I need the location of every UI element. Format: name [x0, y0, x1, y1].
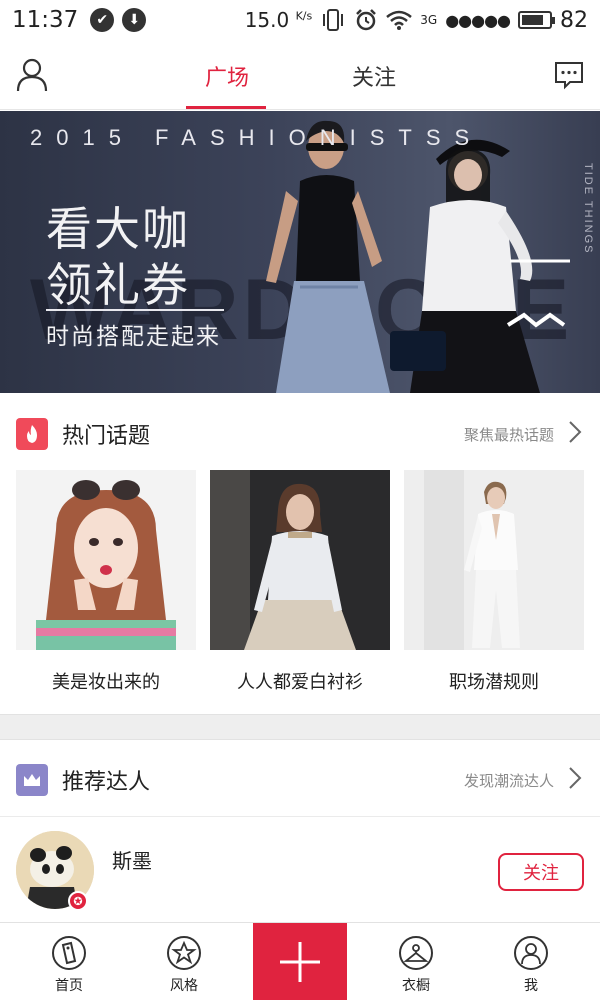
chevron-right-icon[interactable]: [568, 420, 582, 444]
vibrate-icon: [323, 9, 344, 31]
top-nav: 广场 关注: [0, 40, 600, 110]
tab-plaza[interactable]: 广场: [205, 60, 249, 92]
nav-home-label: 首页: [55, 978, 83, 994]
status-time: 11:37: [12, 7, 79, 33]
star-icon: [167, 936, 201, 970]
battery-percent: 82: [560, 7, 588, 33]
section-separator: [0, 714, 600, 740]
nav-wardrobe-label: 衣橱: [402, 978, 430, 994]
check-icon: ✔: [90, 8, 115, 32]
hot-topics-more-link[interactable]: 聚焦最热话题: [464, 424, 554, 445]
bottom-nav: 首页 风格 衣橱 我: [0, 922, 600, 1000]
verified-badge-icon: ✪: [68, 891, 88, 911]
nav-me-label: 我: [524, 978, 538, 994]
topic-image-makeup: [16, 470, 196, 650]
banner-header: 2015 FASHIONISTSS: [30, 125, 484, 150]
signal-icon: ●●●●●: [445, 10, 511, 30]
crown-icon: [16, 764, 48, 796]
banner-divider: [46, 309, 224, 311]
experts-header[interactable]: 推荐达人 发现潮流达人: [0, 742, 600, 814]
topic-card[interactable]: 人人都爱白衬衫: [210, 470, 390, 694]
banner-side-text: TIDE THINGS: [582, 163, 594, 255]
active-tab-indicator: [186, 106, 266, 109]
wifi-icon: [386, 10, 413, 30]
alarm-icon: [356, 9, 377, 31]
topic-caption: 职场潜规则: [449, 672, 539, 693]
topic-card[interactable]: 职场潜规则: [404, 470, 584, 694]
home-tag-icon: [52, 936, 86, 970]
banner-line-2: 领礼券: [46, 258, 190, 312]
create-post-button[interactable]: [253, 923, 347, 1000]
follow-button[interactable]: 关注: [498, 853, 584, 891]
tab-following[interactable]: 关注: [352, 60, 396, 92]
experts-more-link[interactable]: 发现潮流达人: [464, 770, 554, 791]
experts-title: 推荐达人: [62, 770, 151, 795]
nav-me[interactable]: 我: [471, 923, 591, 1000]
expert-row[interactable]: ✪ 斯墨 关注: [0, 816, 600, 926]
nav-style-label: 风格: [170, 978, 198, 994]
download-icon: ⬇: [122, 8, 147, 32]
plus-icon: [280, 942, 320, 982]
topic-caption: 美是妆出来的: [52, 672, 160, 693]
chevron-right-icon[interactable]: [568, 766, 582, 790]
topic-image-white-shirt: [210, 470, 390, 650]
hanger-icon: [399, 936, 433, 970]
status-bar: 11:37 ✔ ⬇ 15.0 K/s 3G ●●●●● 82: [0, 0, 600, 40]
hot-topics-title: 热门话题: [62, 424, 151, 449]
nav-style[interactable]: 风格: [124, 923, 244, 1000]
banner-models-image: [266, 120, 570, 393]
user-icon[interactable]: [16, 58, 48, 92]
network-speed-unit: K/s: [295, 9, 313, 23]
topic-caption: 人人都爱白衬衫: [237, 672, 363, 693]
banner-subtitle: 时尚搭配走起来: [46, 324, 221, 350]
network-speed: 15.0 K/s: [244, 8, 313, 32]
promo-banner[interactable]: WARDROBE 2015 FASHIONISTSS TIDE THINGS 看…: [0, 111, 600, 393]
battery-icon: [518, 11, 555, 29]
expert-name[interactable]: 斯墨: [112, 845, 152, 874]
hot-topics-header[interactable]: 热门话题 聚焦最热话题: [0, 396, 600, 468]
profile-icon: [514, 936, 548, 970]
network-type: 3G: [420, 13, 438, 27]
topic-image-workplace: [404, 470, 584, 650]
flame-icon: [16, 418, 48, 450]
nav-home[interactable]: 首页: [9, 923, 129, 1000]
message-icon[interactable]: [554, 60, 584, 90]
topic-card[interactable]: 美是妆出来的: [16, 470, 196, 694]
nav-wardrobe[interactable]: 衣橱: [356, 923, 476, 1000]
